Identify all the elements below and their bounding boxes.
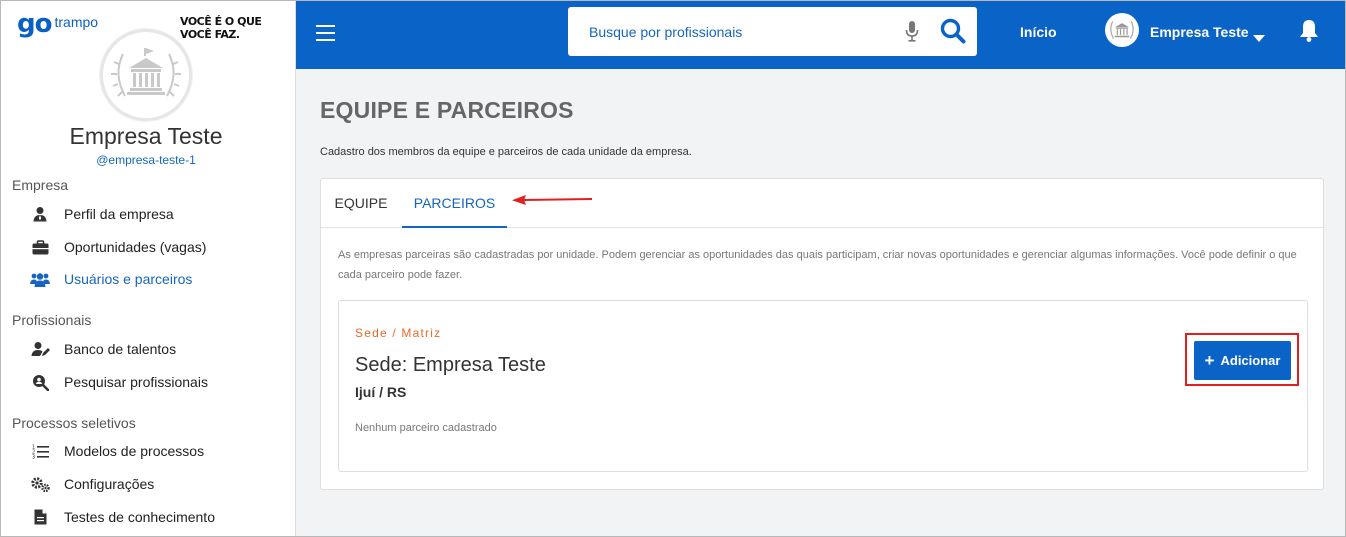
partners-info-text: As empresas parceiras são cadastradas po… — [338, 249, 1297, 281]
section-empresa: Empresa — [12, 177, 69, 193]
nav-home-link[interactable]: Início — [1020, 24, 1057, 40]
sidebar-item-configuracoes[interactable]: Configurações — [30, 473, 154, 495]
sidebar-item-label: Oportunidades (vagas) — [64, 239, 207, 255]
sidebar-item-modelos[interactable]: 123 Modelos de processos — [30, 440, 205, 462]
courthouse-icon — [1110, 21, 1134, 39]
page-title: EQUIPE E PARCEIROS — [320, 97, 574, 123]
annotation-highlight-box — [1185, 333, 1299, 386]
company-name: Empresa Teste — [69, 123, 223, 149]
sidebar-item-label: Perfil da empresa — [64, 206, 174, 222]
sidebar-item-oportunidades[interactable]: Oportunidades (vagas) — [30, 236, 206, 258]
menu-icon[interactable] — [316, 25, 335, 41]
section-processos: Processos seletivos — [12, 415, 136, 431]
section-profissionais: Profissionais — [12, 312, 92, 328]
logo-trampo-text: trampo — [54, 14, 99, 30]
sidebar-item-label: Banco de talentos — [64, 341, 177, 357]
sidebar-item-usuarios[interactable]: Usuários e parceiros — [30, 268, 192, 290]
sidebar-item-label: Modelos de processos — [64, 443, 205, 459]
gears-icon — [30, 475, 50, 493]
search-icon[interactable] — [940, 18, 966, 49]
sidebar: go trampo VOCÊ É O QUE VOCÊ FAZ. Empresa… — [0, 0, 296, 537]
tab-equipe[interactable]: EQUIPE — [321, 179, 401, 228]
user-edit-icon — [30, 340, 50, 358]
unit-name: Sede: Empresa Teste — [355, 354, 546, 376]
sidebar-item-label: Configurações — [64, 476, 155, 492]
sidebar-item-perfil[interactable]: Perfil da empresa — [30, 203, 174, 225]
list-ordered-icon: 123 — [30, 442, 50, 460]
company-handle[interactable]: @empresa-teste-1 — [0, 153, 292, 167]
unit-city: Ijuí / RS — [355, 384, 407, 400]
header-company-avatar[interactable] — [1105, 13, 1139, 47]
sidebar-item-label: Testes de conhecimento — [64, 509, 215, 525]
top-header: Início Empresa Teste — [296, 0, 1346, 69]
courthouse-laurel-icon — [111, 48, 181, 97]
search-user-icon — [30, 373, 50, 391]
sidebar-item-pesquisar[interactable]: Pesquisar profissionais — [30, 371, 208, 393]
annotation-arrow-icon — [512, 195, 593, 205]
sidebar-item-testes[interactable]: Testes de conhecimento — [30, 506, 215, 528]
document-icon — [30, 508, 50, 526]
gotrampo-logo[interactable]: go trampo — [17, 10, 98, 38]
unit-type-tag: Sede / Matriz — [355, 326, 442, 340]
search-input[interactable] — [568, 7, 888, 56]
company-avatar — [100, 29, 192, 121]
empty-partners-text: Nenhum parceiro cadastrado — [355, 422, 497, 434]
header-company-name[interactable]: Empresa Teste — [1150, 24, 1249, 40]
svg-text:3: 3 — [32, 454, 35, 459]
bell-icon[interactable] — [1299, 19, 1319, 47]
user-tie-icon — [30, 205, 50, 223]
page-description: Cadastro dos membros da equipe e parceir… — [320, 146, 692, 158]
slogan: VOCÊ É O QUE VOCÊ FAZ. — [180, 15, 262, 41]
logo-go-text: go — [17, 9, 52, 39]
sidebar-item-label: Usuários e parceiros — [64, 271, 193, 287]
users-icon — [30, 270, 50, 288]
search-bar — [568, 7, 977, 56]
unit-card: Sede / Matriz Sede: Empresa Teste Ijuí /… — [338, 300, 1308, 472]
tab-bar: EQUIPE PARCEIROS — [321, 179, 1323, 228]
microphone-icon[interactable] — [905, 21, 919, 47]
sidebar-item-label: Pesquisar profissionais — [64, 374, 208, 390]
briefcase-icon — [30, 238, 50, 256]
caret-down-icon[interactable] — [1253, 29, 1265, 47]
sidebar-item-banco-talentos[interactable]: Banco de talentos — [30, 338, 176, 360]
partners-card: EQUIPE PARCEIROS As empresas parceiras s… — [320, 178, 1324, 490]
tab-parceiros[interactable]: PARCEIROS — [402, 179, 507, 228]
